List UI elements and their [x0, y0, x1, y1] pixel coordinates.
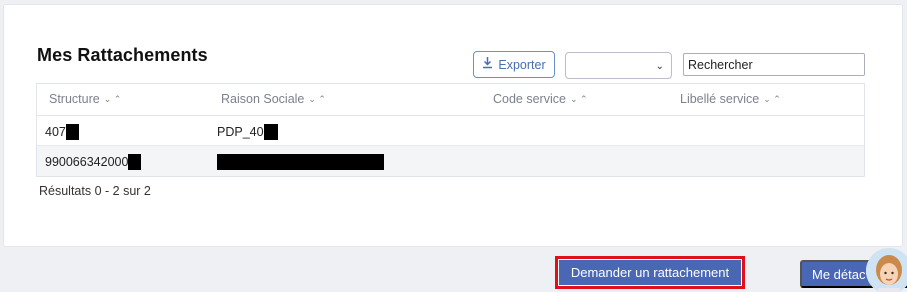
cell-raison-sociale — [217, 154, 384, 170]
redaction-block — [263, 124, 278, 140]
column-header-code-service[interactable]: Code service ⌄ ⌃ — [493, 92, 588, 106]
cell-raison-sociale: PDP_40 — [217, 124, 278, 140]
redaction-block — [65, 124, 79, 140]
export-button[interactable]: Exporter — [473, 51, 555, 78]
table-header: Structure ⌄ ⌃ Raison Sociale ⌄ ⌃ Code se… — [37, 84, 864, 116]
sort-icon: ⌄ ⌃ — [569, 93, 588, 104]
sort-icon: ⌄ ⌃ — [103, 93, 122, 104]
sort-icon: ⌄ ⌃ — [763, 93, 781, 104]
column-header-libelle-service[interactable]: Libellé service ⌄ ⌃ — [680, 92, 781, 106]
column-header-raison-sociale[interactable]: Raison Sociale ⌄ ⌃ — [221, 92, 326, 106]
rattachements-table: Structure ⌄ ⌃ Raison Sociale ⌄ ⌃ Code se… — [36, 83, 865, 177]
detach-button-label: Me détac — [812, 266, 866, 282]
page-title: Mes Rattachements — [37, 45, 208, 65]
chevron-down-icon: ⌄ — [655, 61, 664, 72]
assistant-face-icon — [866, 248, 907, 292]
export-button-label: Exporter — [498, 57, 546, 72]
results-count: Résultats 0 - 2 sur 2 — [39, 184, 151, 198]
search-input[interactable] — [683, 53, 865, 76]
column-header-structure[interactable]: Structure ⌄ ⌃ — [49, 92, 121, 106]
download-icon — [482, 57, 493, 72]
redaction-block — [128, 154, 142, 170]
table-row[interactable]: 990066342000 — [37, 146, 864, 176]
redaction-block — [217, 154, 384, 170]
sort-icon: ⌄ ⌃ — [308, 93, 326, 104]
cell-structure: 407 — [45, 124, 79, 140]
assistant-avatar[interactable] — [866, 248, 907, 292]
request-attachment-label: Demander un rattachement — [558, 259, 742, 286]
filter-select[interactable]: ⌄ — [565, 52, 672, 79]
request-attachment-button[interactable]: Demander un rattachement — [555, 256, 745, 289]
table-row[interactable]: 407 PDP_40 — [37, 116, 864, 146]
cell-structure: 990066342000 — [45, 154, 142, 170]
